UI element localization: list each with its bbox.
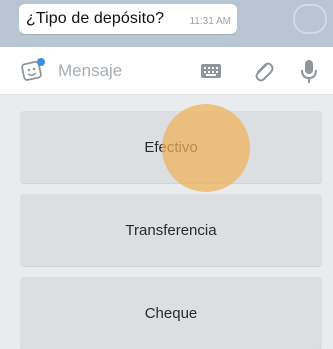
microphone-icon[interactable] [299, 57, 319, 85]
reply-button-label: Cheque [144, 304, 198, 322]
message-bubble[interactable]: ¿Tipo de depósito? 11:31 AM [19, 4, 237, 34]
reply-button-efectivo[interactable]: Efectivo [20, 111, 322, 183]
message-input-bar [0, 47, 333, 95]
message-text: ¿Tipo de depósito? [26, 10, 165, 27]
message-input[interactable] [58, 59, 188, 83]
reply-button-transferencia[interactable]: Transferencia [20, 194, 322, 266]
reply-keyboard: Efectivo Transferencia Cheque [0, 96, 333, 349]
reply-button-cheque[interactable]: Cheque [20, 277, 322, 349]
keyboard-icon[interactable] [199, 61, 223, 81]
message-time: 11:31 AM [189, 16, 231, 27]
chat-background-pattern [293, 4, 327, 34]
chat-area: ¿Tipo de depósito? 11:31 AM [0, 0, 333, 47]
paperclip-icon[interactable] [250, 57, 276, 85]
reply-button-label: Transferencia [125, 221, 217, 239]
sticker-icon[interactable] [20, 57, 46, 83]
reply-button-label: Efectivo [144, 138, 198, 156]
